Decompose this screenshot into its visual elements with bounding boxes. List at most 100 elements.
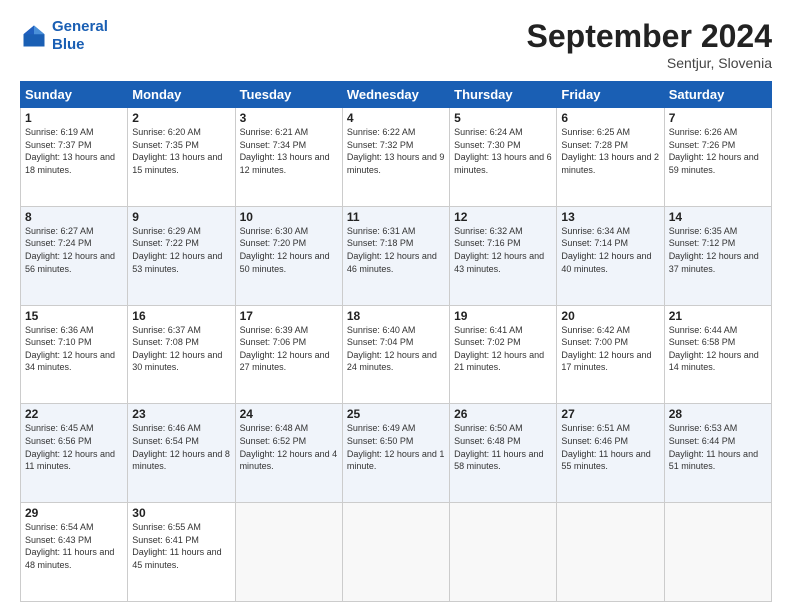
weekday-header-sunday: Sunday <box>21 82 128 108</box>
weekday-header-thursday: Thursday <box>450 82 557 108</box>
calendar-cell: 3Sunrise: 6:21 AMSunset: 7:34 PMDaylight… <box>235 108 342 207</box>
calendar-cell <box>342 503 449 602</box>
calendar-cell <box>235 503 342 602</box>
day-info: Sunrise: 6:19 AMSunset: 7:37 PMDaylight:… <box>25 126 123 176</box>
calendar-cell: 20Sunrise: 6:42 AMSunset: 7:00 PMDayligh… <box>557 305 664 404</box>
calendar-cell: 30Sunrise: 6:55 AMSunset: 6:41 PMDayligh… <box>128 503 235 602</box>
day-number: 17 <box>240 309 338 323</box>
logo-line2: Blue <box>52 36 85 53</box>
day-info: Sunrise: 6:40 AMSunset: 7:04 PMDaylight:… <box>347 324 445 374</box>
calendar-cell <box>450 503 557 602</box>
calendar-cell: 18Sunrise: 6:40 AMSunset: 7:04 PMDayligh… <box>342 305 449 404</box>
day-number: 10 <box>240 210 338 224</box>
calendar-cell <box>664 503 771 602</box>
week-row-3: 15Sunrise: 6:36 AMSunset: 7:10 PMDayligh… <box>21 305 772 404</box>
day-number: 28 <box>669 407 767 421</box>
weekday-row: SundayMondayTuesdayWednesdayThursdayFrid… <box>21 82 772 108</box>
day-number: 5 <box>454 111 552 125</box>
day-number: 3 <box>240 111 338 125</box>
calendar-cell: 29Sunrise: 6:54 AMSunset: 6:43 PMDayligh… <box>21 503 128 602</box>
week-row-4: 22Sunrise: 6:45 AMSunset: 6:56 PMDayligh… <box>21 404 772 503</box>
weekday-header-monday: Monday <box>128 82 235 108</box>
calendar-cell: 14Sunrise: 6:35 AMSunset: 7:12 PMDayligh… <box>664 206 771 305</box>
calendar-cell: 2Sunrise: 6:20 AMSunset: 7:35 PMDaylight… <box>128 108 235 207</box>
day-info: Sunrise: 6:20 AMSunset: 7:35 PMDaylight:… <box>132 126 230 176</box>
calendar-cell: 25Sunrise: 6:49 AMSunset: 6:50 PMDayligh… <box>342 404 449 503</box>
day-number: 19 <box>454 309 552 323</box>
day-info: Sunrise: 6:49 AMSunset: 6:50 PMDaylight:… <box>347 422 445 472</box>
calendar-cell: 16Sunrise: 6:37 AMSunset: 7:08 PMDayligh… <box>128 305 235 404</box>
calendar-cell: 11Sunrise: 6:31 AMSunset: 7:18 PMDayligh… <box>342 206 449 305</box>
month-title: September 2024 <box>527 18 772 55</box>
day-number: 8 <box>25 210 123 224</box>
day-number: 7 <box>669 111 767 125</box>
day-number: 25 <box>347 407 445 421</box>
day-number: 14 <box>669 210 767 224</box>
day-number: 29 <box>25 506 123 520</box>
day-info: Sunrise: 6:55 AMSunset: 6:41 PMDaylight:… <box>132 521 230 571</box>
day-info: Sunrise: 6:51 AMSunset: 6:46 PMDaylight:… <box>561 422 659 472</box>
day-info: Sunrise: 6:24 AMSunset: 7:30 PMDaylight:… <box>454 126 552 176</box>
day-number: 30 <box>132 506 230 520</box>
day-number: 4 <box>347 111 445 125</box>
day-number: 23 <box>132 407 230 421</box>
day-info: Sunrise: 6:48 AMSunset: 6:52 PMDaylight:… <box>240 422 338 472</box>
weekday-header-tuesday: Tuesday <box>235 82 342 108</box>
title-block: September 2024 Sentjur, Slovenia <box>527 18 772 71</box>
calendar-cell: 21Sunrise: 6:44 AMSunset: 6:58 PMDayligh… <box>664 305 771 404</box>
day-number: 2 <box>132 111 230 125</box>
calendar-cell <box>557 503 664 602</box>
day-info: Sunrise: 6:30 AMSunset: 7:20 PMDaylight:… <box>240 225 338 275</box>
day-info: Sunrise: 6:29 AMSunset: 7:22 PMDaylight:… <box>132 225 230 275</box>
day-number: 12 <box>454 210 552 224</box>
day-number: 11 <box>347 210 445 224</box>
calendar-cell: 6Sunrise: 6:25 AMSunset: 7:28 PMDaylight… <box>557 108 664 207</box>
day-info: Sunrise: 6:34 AMSunset: 7:14 PMDaylight:… <box>561 225 659 275</box>
calendar-cell: 23Sunrise: 6:46 AMSunset: 6:54 PMDayligh… <box>128 404 235 503</box>
day-info: Sunrise: 6:26 AMSunset: 7:26 PMDaylight:… <box>669 126 767 176</box>
day-info: Sunrise: 6:53 AMSunset: 6:44 PMDaylight:… <box>669 422 767 472</box>
header: General Blue September 2024 Sentjur, Slo… <box>20 18 772 71</box>
calendar-cell: 28Sunrise: 6:53 AMSunset: 6:44 PMDayligh… <box>664 404 771 503</box>
day-number: 9 <box>132 210 230 224</box>
calendar-cell: 12Sunrise: 6:32 AMSunset: 7:16 PMDayligh… <box>450 206 557 305</box>
day-info: Sunrise: 6:42 AMSunset: 7:00 PMDaylight:… <box>561 324 659 374</box>
weekday-header-wednesday: Wednesday <box>342 82 449 108</box>
logo-text: General Blue <box>52 18 108 54</box>
week-row-1: 1Sunrise: 6:19 AMSunset: 7:37 PMDaylight… <box>21 108 772 207</box>
day-number: 26 <box>454 407 552 421</box>
calendar-cell: 19Sunrise: 6:41 AMSunset: 7:02 PMDayligh… <box>450 305 557 404</box>
day-info: Sunrise: 6:31 AMSunset: 7:18 PMDaylight:… <box>347 225 445 275</box>
weekday-header-friday: Friday <box>557 82 664 108</box>
day-info: Sunrise: 6:37 AMSunset: 7:08 PMDaylight:… <box>132 324 230 374</box>
day-info: Sunrise: 6:41 AMSunset: 7:02 PMDaylight:… <box>454 324 552 374</box>
day-number: 22 <box>25 407 123 421</box>
day-number: 18 <box>347 309 445 323</box>
calendar-cell: 8Sunrise: 6:27 AMSunset: 7:24 PMDaylight… <box>21 206 128 305</box>
day-number: 1 <box>25 111 123 125</box>
logo-line1: General <box>52 18 108 35</box>
day-info: Sunrise: 6:22 AMSunset: 7:32 PMDaylight:… <box>347 126 445 176</box>
day-info: Sunrise: 6:35 AMSunset: 7:12 PMDaylight:… <box>669 225 767 275</box>
day-number: 6 <box>561 111 659 125</box>
day-number: 13 <box>561 210 659 224</box>
calendar-cell: 13Sunrise: 6:34 AMSunset: 7:14 PMDayligh… <box>557 206 664 305</box>
day-info: Sunrise: 6:45 AMSunset: 6:56 PMDaylight:… <box>25 422 123 472</box>
calendar-cell: 10Sunrise: 6:30 AMSunset: 7:20 PMDayligh… <box>235 206 342 305</box>
page: General Blue September 2024 Sentjur, Slo… <box>0 0 792 612</box>
calendar-cell: 24Sunrise: 6:48 AMSunset: 6:52 PMDayligh… <box>235 404 342 503</box>
week-row-5: 29Sunrise: 6:54 AMSunset: 6:43 PMDayligh… <box>21 503 772 602</box>
calendar-body: 1Sunrise: 6:19 AMSunset: 7:37 PMDaylight… <box>21 108 772 602</box>
day-info: Sunrise: 6:36 AMSunset: 7:10 PMDaylight:… <box>25 324 123 374</box>
day-info: Sunrise: 6:46 AMSunset: 6:54 PMDaylight:… <box>132 422 230 472</box>
calendar-cell: 22Sunrise: 6:45 AMSunset: 6:56 PMDayligh… <box>21 404 128 503</box>
location: Sentjur, Slovenia <box>527 55 772 71</box>
calendar-cell: 1Sunrise: 6:19 AMSunset: 7:37 PMDaylight… <box>21 108 128 207</box>
calendar-header: SundayMondayTuesdayWednesdayThursdayFrid… <box>21 82 772 108</box>
day-info: Sunrise: 6:39 AMSunset: 7:06 PMDaylight:… <box>240 324 338 374</box>
calendar-cell: 7Sunrise: 6:26 AMSunset: 7:26 PMDaylight… <box>664 108 771 207</box>
calendar: SundayMondayTuesdayWednesdayThursdayFrid… <box>20 81 772 602</box>
day-number: 27 <box>561 407 659 421</box>
week-row-2: 8Sunrise: 6:27 AMSunset: 7:24 PMDaylight… <box>21 206 772 305</box>
day-number: 20 <box>561 309 659 323</box>
